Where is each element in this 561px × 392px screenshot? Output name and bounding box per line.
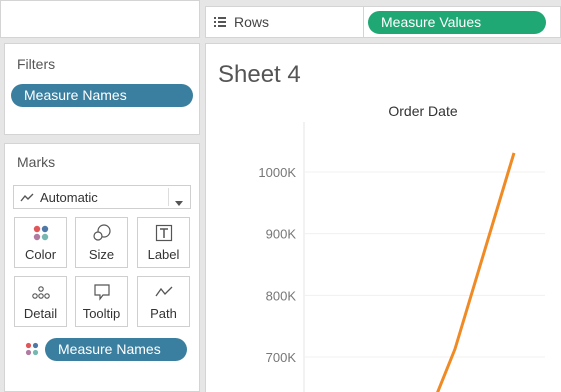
color-dots-icon [15,224,66,242]
size-circles-icon [76,224,127,242]
rows-shelf[interactable]: Rows Measure Values [205,6,561,38]
marks-path-button[interactable]: Path [137,276,190,327]
sheet-title: Sheet 4 [218,61,301,88]
marks-tooltip-button[interactable]: Tooltip [75,276,128,327]
chevron-down-icon [175,194,183,212]
tooltip-bubble-icon [76,283,127,301]
marks-color-label: Color [24,247,57,262]
marks-size-label: Size [88,247,115,262]
detail-dots-icon [15,283,66,301]
marks-path-label: Path [150,306,177,321]
marks-size-button[interactable]: Size [75,217,128,268]
marks-label-button[interactable]: Label [137,217,190,268]
mark-type-dropdown[interactable]: Automatic [13,185,191,209]
marks-panel: Marks Automatic Color Size Label Detail … [4,143,200,392]
filters-title: Filters [17,56,56,72]
marks-label-label: Label [147,247,180,262]
toolbar-area [0,0,200,38]
sheet-area: Sheet 4 [205,43,561,392]
filters-panel[interactable]: Filters Measure Names [4,43,200,135]
filter-pill-measure-names[interactable]: Measure Names [11,84,193,107]
rows-pill-measure-values[interactable]: Measure Values [368,11,546,34]
rows-icon [214,15,226,27]
marks-detail-label: Detail [23,306,58,321]
marks-detail-button[interactable]: Detail [14,276,67,327]
color-pill-measure-names[interactable]: Measure Names [45,338,187,361]
marks-tooltip-label: Tooltip [82,306,121,321]
path-line-icon [138,283,189,301]
line-mark-icon [20,191,34,209]
rows-label: Rows [234,14,270,30]
marks-title: Marks [17,154,56,170]
marks-color-button[interactable]: Color [14,217,67,268]
color-encoding-icon [25,342,39,361]
text-label-icon [138,224,189,242]
mark-type-value: Automatic [40,190,98,205]
